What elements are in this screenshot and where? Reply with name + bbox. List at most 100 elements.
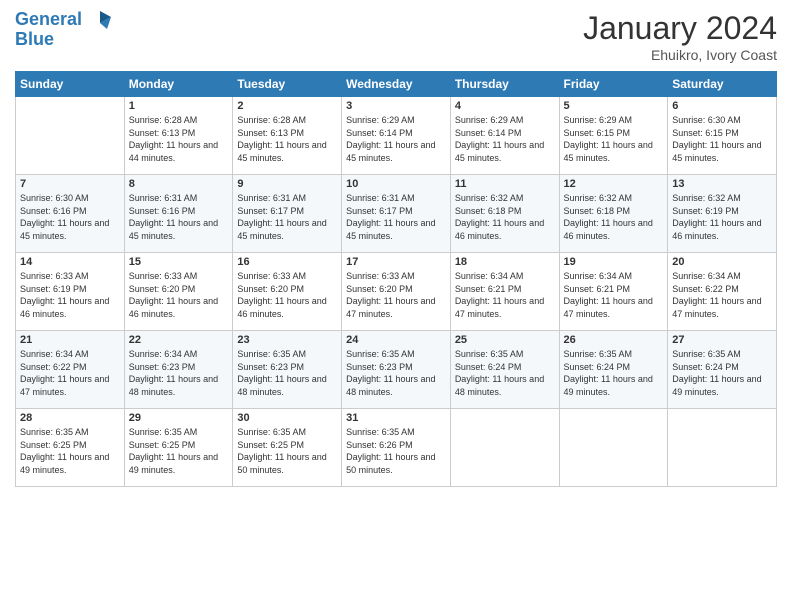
day-info: Sunrise: 6:28 AMSunset: 6:13 PMDaylight:…	[237, 114, 337, 164]
calendar-cell	[450, 409, 559, 487]
day-info: Sunrise: 6:33 AMSunset: 6:20 PMDaylight:…	[129, 270, 229, 320]
calendar-cell: 12Sunrise: 6:32 AMSunset: 6:18 PMDayligh…	[559, 175, 668, 253]
calendar-header-row: SundayMondayTuesdayWednesdayThursdayFrid…	[16, 72, 777, 97]
calendar-cell: 16Sunrise: 6:33 AMSunset: 6:20 PMDayligh…	[233, 253, 342, 331]
day-number: 3	[346, 100, 446, 112]
day-number: 10	[346, 178, 446, 190]
calendar-cell: 8 Sunrise: 6:31 AMSunset: 6:16 PMDaylight…	[124, 175, 233, 253]
day-number: 8	[129, 178, 229, 190]
calendar-week-row: 28 Sunrise: 6:35 AMSunset: 6:25 PMDayligh…	[16, 409, 777, 487]
day-number: 6	[672, 100, 772, 112]
day-info: Sunrise: 6:34 AMSunset: 6:22 PMDaylight:…	[672, 270, 772, 320]
day-info: Sunrise: 6:34 AMSunset: 6:21 PMDaylight:…	[455, 270, 555, 320]
calendar-cell: 28 Sunrise: 6:35 AMSunset: 6:25 PMDayligh…	[16, 409, 125, 487]
header-cell-wednesday: Wednesday	[342, 72, 451, 97]
day-number: 24	[346, 334, 446, 346]
calendar-cell	[668, 409, 777, 487]
calendar-cell: 6 Sunrise: 6:30 AMSunset: 6:15 PMDaylight…	[668, 97, 777, 175]
calendar-cell: 29 Sunrise: 6:35 AMSunset: 6:25 PMDayligh…	[124, 409, 233, 487]
day-number: 2	[237, 100, 337, 112]
calendar-cell: 18 Sunrise: 6:34 AMSunset: 6:21 PMDayligh…	[450, 253, 559, 331]
logo-text: General	[15, 10, 111, 30]
day-info: Sunrise: 6:31 AMSunset: 6:16 PMDaylight:…	[129, 192, 229, 242]
day-info: Sunrise: 6:34 AMSunset: 6:22 PMDaylight:…	[20, 348, 120, 398]
day-info: Sunrise: 6:35 AMSunset: 6:24 PMDaylight:…	[564, 348, 664, 398]
header-cell-saturday: Saturday	[668, 72, 777, 97]
day-info: Sunrise: 6:35 AMSunset: 6:25 PMDaylight:…	[237, 426, 337, 476]
header: General Blue January 2024 Ehuikro, Ivory…	[15, 10, 777, 63]
day-number: 28	[20, 412, 120, 424]
day-info: Sunrise: 6:35 AMSunset: 6:23 PMDaylight:…	[237, 348, 337, 398]
day-info: Sunrise: 6:33 AMSunset: 6:19 PMDaylight:…	[20, 270, 120, 320]
header-cell-sunday: Sunday	[16, 72, 125, 97]
calendar-week-row: 1Sunrise: 6:28 AMSunset: 6:13 PMDaylight…	[16, 97, 777, 175]
day-number: 29	[129, 412, 229, 424]
calendar-cell: 24Sunrise: 6:35 AMSunset: 6:23 PMDayligh…	[342, 331, 451, 409]
calendar-cell: 2 Sunrise: 6:28 AMSunset: 6:13 PMDaylight…	[233, 97, 342, 175]
calendar-cell: 17 Sunrise: 6:33 AMSunset: 6:20 PMDayligh…	[342, 253, 451, 331]
calendar-page: General Blue January 2024 Ehuikro, Ivory…	[0, 0, 792, 612]
day-info: Sunrise: 6:29 AMSunset: 6:14 PMDaylight:…	[455, 114, 555, 164]
day-info: Sunrise: 6:35 AMSunset: 6:24 PMDaylight:…	[672, 348, 772, 398]
day-number: 26	[564, 334, 664, 346]
calendar-cell: 20 Sunrise: 6:34 AMSunset: 6:22 PMDayligh…	[668, 253, 777, 331]
day-info: Sunrise: 6:29 AMSunset: 6:15 PMDaylight:…	[564, 114, 664, 164]
header-cell-thursday: Thursday	[450, 72, 559, 97]
day-info: Sunrise: 6:35 AMSunset: 6:25 PMDaylight:…	[20, 426, 120, 476]
logo-bird-icon	[89, 11, 111, 29]
calendar-cell: 10 Sunrise: 6:31 AMSunset: 6:17 PMDayligh…	[342, 175, 451, 253]
calendar-week-row: 14Sunrise: 6:33 AMSunset: 6:19 PMDayligh…	[16, 253, 777, 331]
day-info: Sunrise: 6:35 AMSunset: 6:25 PMDaylight:…	[129, 426, 229, 476]
calendar-cell: 5 Sunrise: 6:29 AMSunset: 6:15 PMDaylight…	[559, 97, 668, 175]
title-block: January 2024 Ehuikro, Ivory Coast	[583, 10, 777, 63]
day-number: 9	[237, 178, 337, 190]
calendar-cell: 30 Sunrise: 6:35 AMSunset: 6:25 PMDayligh…	[233, 409, 342, 487]
location: Ehuikro, Ivory Coast	[583, 47, 777, 63]
day-info: Sunrise: 6:34 AMSunset: 6:23 PMDaylight:…	[129, 348, 229, 398]
calendar-cell: 31 Sunrise: 6:35 AMSunset: 6:26 PMDayligh…	[342, 409, 451, 487]
day-number: 25	[455, 334, 555, 346]
day-info: Sunrise: 6:33 AMSunset: 6:20 PMDaylight:…	[346, 270, 446, 320]
calendar-cell: 3 Sunrise: 6:29 AMSunset: 6:14 PMDaylight…	[342, 97, 451, 175]
day-number: 22	[129, 334, 229, 346]
day-info: Sunrise: 6:31 AMSunset: 6:17 PMDaylight:…	[237, 192, 337, 242]
day-number: 27	[672, 334, 772, 346]
calendar-cell: 19Sunrise: 6:34 AMSunset: 6:21 PMDayligh…	[559, 253, 668, 331]
logo: General Blue	[15, 10, 111, 50]
day-info: Sunrise: 6:31 AMSunset: 6:17 PMDaylight:…	[346, 192, 446, 242]
day-number: 31	[346, 412, 446, 424]
day-number: 12	[564, 178, 664, 190]
day-number: 7	[20, 178, 120, 190]
header-cell-monday: Monday	[124, 72, 233, 97]
calendar-cell: 13Sunrise: 6:32 AMSunset: 6:19 PMDayligh…	[668, 175, 777, 253]
calendar-cell: 26 Sunrise: 6:35 AMSunset: 6:24 PMDayligh…	[559, 331, 668, 409]
header-cell-friday: Friday	[559, 72, 668, 97]
calendar-table: SundayMondayTuesdayWednesdayThursdayFrid…	[15, 71, 777, 487]
day-info: Sunrise: 6:30 AMSunset: 6:15 PMDaylight:…	[672, 114, 772, 164]
calendar-cell: 4 Sunrise: 6:29 AMSunset: 6:14 PMDaylight…	[450, 97, 559, 175]
day-number: 18	[455, 256, 555, 268]
header-cell-tuesday: Tuesday	[233, 72, 342, 97]
day-number: 30	[237, 412, 337, 424]
calendar-cell: 9 Sunrise: 6:31 AMSunset: 6:17 PMDaylight…	[233, 175, 342, 253]
calendar-cell: 21 Sunrise: 6:34 AMSunset: 6:22 PMDayligh…	[16, 331, 125, 409]
day-info: Sunrise: 6:32 AMSunset: 6:19 PMDaylight:…	[672, 192, 772, 242]
day-info: Sunrise: 6:35 AMSunset: 6:26 PMDaylight:…	[346, 426, 446, 476]
day-number: 11	[455, 178, 555, 190]
day-number: 21	[20, 334, 120, 346]
day-number: 4	[455, 100, 555, 112]
day-info: Sunrise: 6:29 AMSunset: 6:14 PMDaylight:…	[346, 114, 446, 164]
month-title: January 2024	[583, 10, 777, 47]
day-info: Sunrise: 6:34 AMSunset: 6:21 PMDaylight:…	[564, 270, 664, 320]
day-info: Sunrise: 6:32 AMSunset: 6:18 PMDaylight:…	[455, 192, 555, 242]
calendar-cell: 23 Sunrise: 6:35 AMSunset: 6:23 PMDayligh…	[233, 331, 342, 409]
day-number: 17	[346, 256, 446, 268]
calendar-cell: 14Sunrise: 6:33 AMSunset: 6:19 PMDayligh…	[16, 253, 125, 331]
calendar-cell: 7Sunrise: 6:30 AMSunset: 6:16 PMDaylight…	[16, 175, 125, 253]
calendar-cell: 27 Sunrise: 6:35 AMSunset: 6:24 PMDayligh…	[668, 331, 777, 409]
day-info: Sunrise: 6:35 AMSunset: 6:24 PMDaylight:…	[455, 348, 555, 398]
day-number: 23	[237, 334, 337, 346]
calendar-week-row: 21 Sunrise: 6:34 AMSunset: 6:22 PMDayligh…	[16, 331, 777, 409]
day-number: 20	[672, 256, 772, 268]
day-number: 5	[564, 100, 664, 112]
